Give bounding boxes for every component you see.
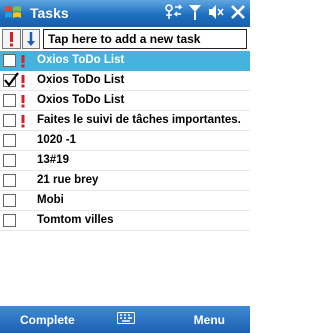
connectivity-icon[interactable] (163, 3, 183, 26)
task-row[interactable]: Tomtom villes (0, 211, 250, 231)
task-checkbox[interactable] (3, 72, 19, 87)
task-checkbox[interactable] (3, 194, 16, 207)
windows-flag-icon[interactable] (4, 4, 22, 22)
complete-softkey[interactable]: Complete (20, 313, 75, 327)
status-icons (163, 3, 246, 25)
task-label: 13#19 (37, 154, 69, 166)
priority-icon (20, 94, 26, 108)
keyboard-icon[interactable] (117, 311, 135, 324)
task-checkbox[interactable] (3, 174, 16, 187)
task-label: Tomtom villes (37, 214, 114, 226)
task-row[interactable]: Faites le suivi de tâches importantes. (0, 111, 250, 131)
task-row[interactable]: Oxios ToDo List (0, 51, 250, 71)
task-row[interactable]: 21 rue brey (0, 171, 250, 191)
task-checkbox[interactable] (3, 114, 16, 127)
softkey-bar: Complete Menu (0, 306, 250, 333)
window-title: Tasks (30, 5, 69, 21)
task-row[interactable]: Oxios ToDo List (0, 91, 250, 111)
priority-icon (20, 74, 26, 88)
task-label: Oxios ToDo List (37, 94, 125, 106)
task-label: Oxios ToDo List (37, 54, 125, 66)
task-checkbox[interactable] (3, 154, 16, 167)
title-bar: Tasks (0, 0, 250, 27)
task-checkbox[interactable] (3, 214, 16, 227)
close-icon[interactable] (230, 3, 246, 26)
task-checkbox[interactable] (3, 54, 16, 67)
task-row[interactable]: 13#19 (0, 151, 250, 171)
priority-icon (20, 114, 26, 128)
sort-arrow-icon (27, 32, 35, 46)
exclamation-icon (10, 32, 13, 47)
volume-icon[interactable] (207, 3, 225, 26)
task-row[interactable]: Oxios ToDo List (0, 71, 250, 91)
priority-sort-button[interactable] (2, 29, 21, 49)
signal-icon[interactable] (188, 3, 202, 26)
task-list: Oxios ToDo List Oxios ToDo List Oxios ToDo… (0, 51, 250, 231)
task-checkbox[interactable] (3, 134, 16, 147)
task-toolbar: Tap here to add a new task (0, 27, 250, 51)
priority-icon (20, 54, 26, 68)
task-row[interactable]: 1020 -1 (0, 131, 250, 151)
task-label: 1020 -1 (37, 134, 77, 146)
new-task-input[interactable]: Tap here to add a new task (43, 29, 247, 49)
menu-softkey[interactable]: Menu (194, 313, 225, 327)
sort-order-button[interactable] (22, 29, 40, 49)
task-row[interactable]: Mobi (0, 191, 250, 211)
task-label: Mobi (37, 194, 64, 206)
task-label: Faites le suivi de tâches importantes. (37, 114, 241, 126)
checkmark-icon (4, 72, 19, 87)
task-checkbox[interactable] (3, 94, 16, 107)
task-label: Oxios ToDo List (37, 74, 125, 86)
task-label: 21 rue brey (37, 174, 99, 186)
